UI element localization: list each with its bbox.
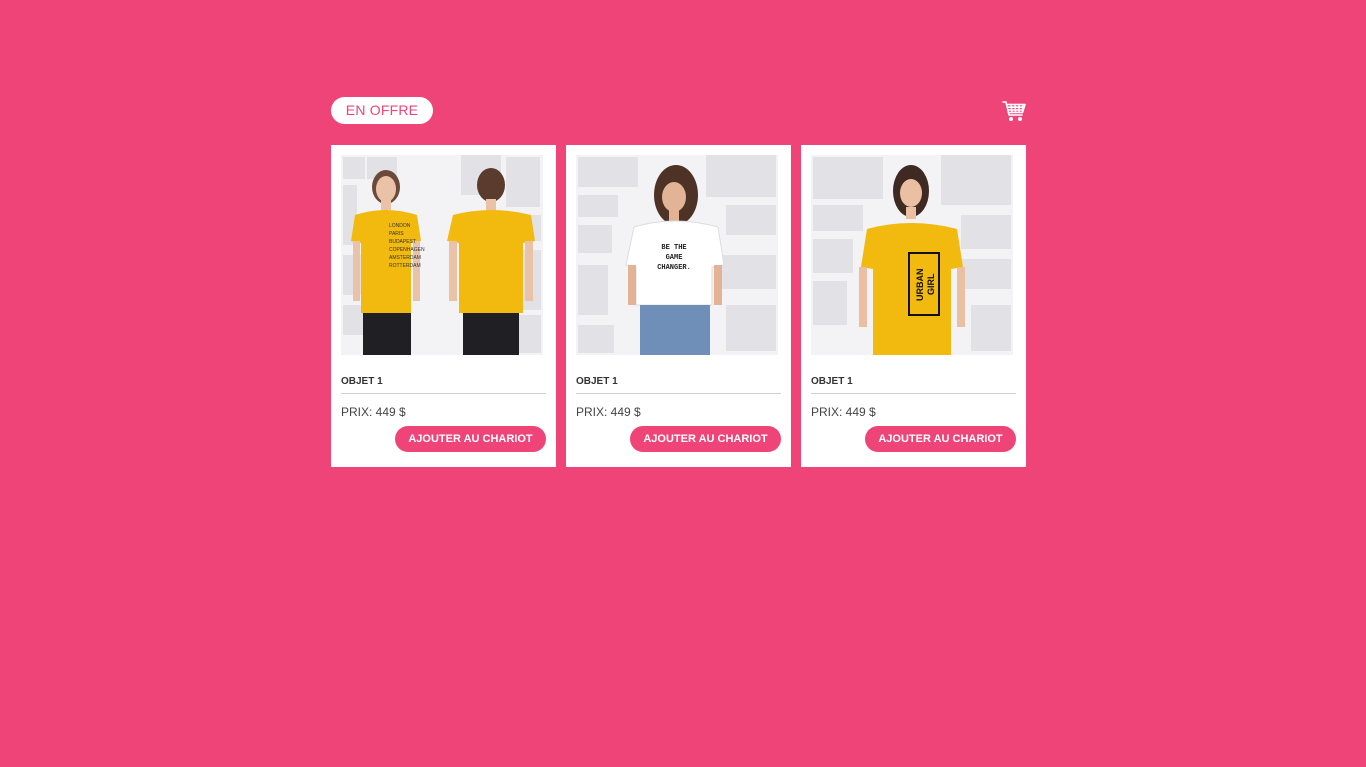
divider [341, 393, 546, 394]
product-price: PRIX: 449 $ [576, 405, 641, 419]
svg-text:PARIS: PARIS [389, 231, 404, 237]
product-card: BE THE GAME CHANGER. OBJET 1 PRIX: 449 $ A… [566, 145, 791, 467]
add-to-cart-button[interactable]: AJOUTER AU CHARIOT [865, 426, 1016, 452]
add-to-cart-button[interactable]: AJOUTER AU CHARIOT [395, 426, 546, 452]
product-image[interactable]: URBAN GIRL [811, 155, 1013, 355]
product-price: PRIX: 449 $ [811, 405, 876, 419]
product-name: OBJET 1 [341, 376, 383, 387]
svg-text:BUDAPEST: BUDAPEST [389, 239, 416, 245]
offer-badge[interactable]: EN OFFRE [331, 97, 433, 124]
svg-text:COPENHAGEN: COPENHAGEN [389, 247, 425, 253]
svg-text:URBAN: URBAN [915, 269, 925, 302]
product-price: PRIX: 449 $ [341, 405, 406, 419]
divider [576, 393, 781, 394]
svg-text:GIRL: GIRL [926, 273, 936, 295]
product-image[interactable]: BE THE GAME CHANGER. [576, 155, 778, 355]
shopping-cart-icon[interactable] [1002, 99, 1026, 123]
add-to-cart-button[interactable]: AJOUTER AU CHARIOT [630, 426, 781, 452]
product-grid: LONDON PARIS BUDAPEST COPENHAGEN AMSTERDAM… [331, 145, 1026, 467]
svg-text:ROTTERDAM: ROTTERDAM [389, 263, 421, 269]
divider [811, 393, 1016, 394]
shop-container: EN OFFRE LONDON PARIS BUDAPEST COPENHAGE… [331, 97, 1026, 467]
svg-text:LONDON: LONDON [389, 223, 411, 229]
svg-text:GAME: GAME [666, 254, 683, 262]
product-card: LONDON PARIS BUDAPEST COPENHAGEN AMSTERDAM… [331, 145, 556, 467]
product-card: URBAN GIRL OBJET 1 PRIX: 449 $ AJOUTER A… [801, 145, 1026, 467]
product-name: OBJET 1 [576, 376, 618, 387]
svg-text:AMSTERDAM: AMSTERDAM [389, 255, 421, 261]
svg-text:BE THE: BE THE [661, 244, 686, 252]
top-bar: EN OFFRE [331, 97, 1026, 124]
svg-text:CHANGER.: CHANGER. [657, 264, 691, 272]
product-image[interactable]: LONDON PARIS BUDAPEST COPENHAGEN AMSTERDAM… [341, 155, 543, 355]
product-name: OBJET 1 [811, 376, 853, 387]
